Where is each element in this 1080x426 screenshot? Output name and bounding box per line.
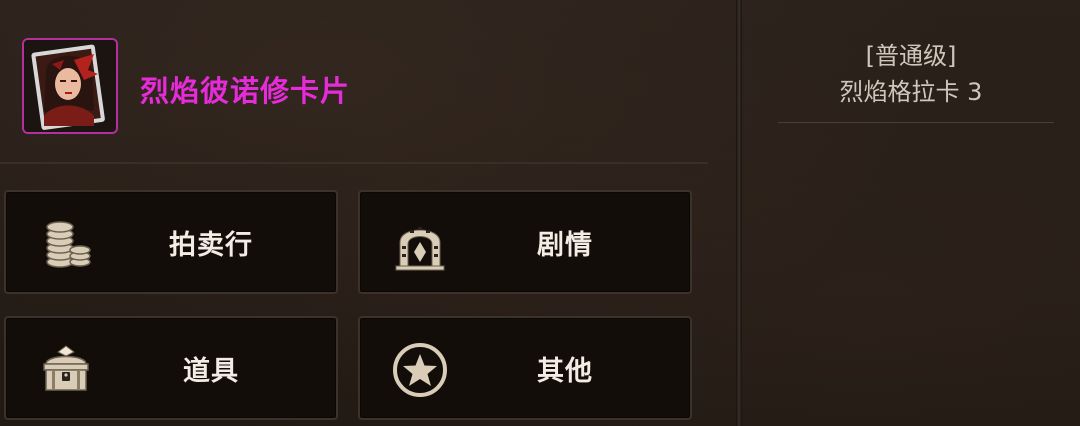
other-label: 其他 [537, 355, 593, 387]
item-name: 烈焰彼诺修卡片 [140, 74, 351, 108]
item-info-panel: [普通级] 烈焰格拉卡 3 [742, 0, 1080, 426]
item-header: 烈焰彼诺修卡片 [0, 0, 708, 162]
item-grade: [普通级] [865, 42, 957, 70]
info-divider [778, 122, 1054, 123]
item-detail-panel: 烈焰彼诺修卡片 拍卖行 剧情 道具 其他 [0, 0, 736, 426]
item-set-name: 烈焰格拉卡 3 [839, 78, 983, 106]
other-button[interactable]: 其他 [358, 316, 692, 420]
character-card-portrait-icon [24, 40, 116, 132]
treasure-chest-icon [43, 345, 89, 391]
items-label: 道具 [183, 355, 239, 387]
header-divider [0, 162, 708, 164]
story-button[interactable]: 剧情 [358, 190, 692, 294]
auction-house-label: 拍卖行 [169, 229, 253, 261]
auction-house-button[interactable]: 拍卖行 [4, 190, 338, 294]
items-button[interactable]: 道具 [4, 316, 338, 420]
stone-arch-icon [395, 227, 445, 271]
story-label: 剧情 [537, 229, 593, 261]
gold-coins-icon [46, 221, 91, 268]
item-card-thumbnail[interactable] [22, 38, 118, 134]
item-source-panel: 烈焰彼诺修卡片 拍卖行 剧情 道具 其他 [普通级] 烈焰格拉卡 3 [0, 0, 1080, 426]
star-circle-icon [393, 343, 447, 397]
